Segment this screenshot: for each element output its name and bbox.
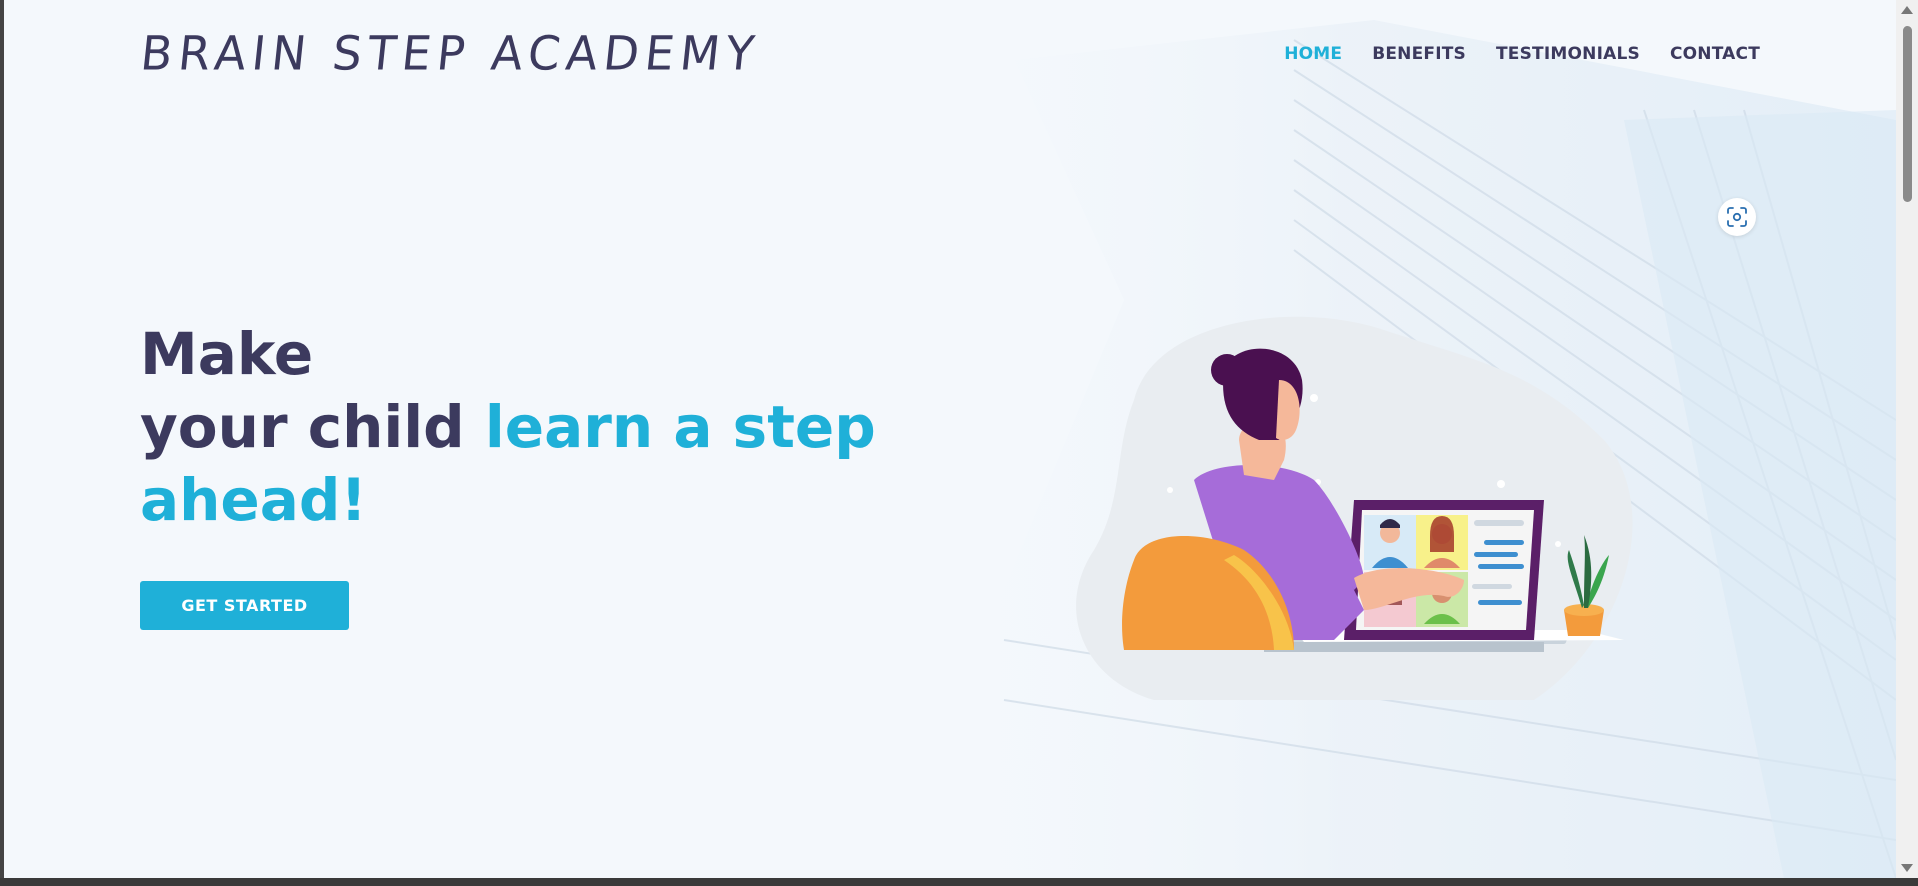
hero-line-2-accent: learn a step <box>484 393 876 461</box>
main-nav: HOME BENEFITS TESTIMONIALS CONTACT <box>1284 44 1760 64</box>
scroll-up-arrow-icon[interactable] <box>1901 6 1913 14</box>
brand-logo[interactable]: BRAIN STEP ACADEMY <box>138 25 763 80</box>
get-started-button[interactable]: GET STARTED <box>140 581 349 630</box>
scroll-down-arrow-icon[interactable] <box>1901 864 1913 872</box>
window-bottom-edge <box>0 878 1918 886</box>
hero-line-3-accent: ahead! <box>140 466 367 534</box>
page-viewport: BRAIN STEP ACADEMY HOME BENEFITS TESTIMO… <box>4 0 1896 878</box>
hero-line-1: Make <box>140 320 314 388</box>
vertical-scrollbar[interactable] <box>1896 0 1918 878</box>
hero-headline: Make your child learn a step ahead! <box>140 318 900 537</box>
camera-icon <box>1727 207 1747 227</box>
online-learning-illustration <box>1076 316 1633 700</box>
nav-contact[interactable]: CONTACT <box>1670 44 1760 64</box>
nav-testimonials[interactable]: TESTIMONIALS <box>1496 44 1640 64</box>
screenshot-button[interactable] <box>1718 198 1756 236</box>
nav-benefits[interactable]: BENEFITS <box>1372 44 1466 64</box>
nav-home[interactable]: HOME <box>1284 44 1342 64</box>
scrollbar-thumb[interactable] <box>1903 26 1912 202</box>
hero-line-2-plain: your child <box>140 393 485 461</box>
